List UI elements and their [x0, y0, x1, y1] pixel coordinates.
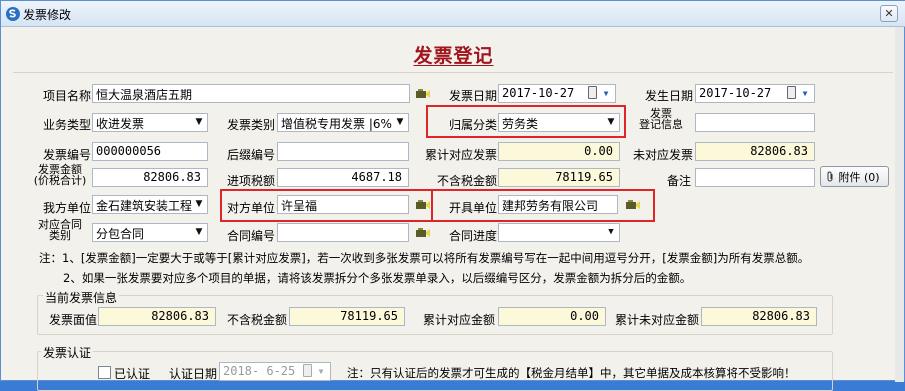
chevron-down-icon: ▼ — [318, 367, 324, 376]
remark-field[interactable] — [695, 168, 815, 187]
project-name-label: 项目名称 — [42, 89, 91, 103]
classification-label: 归属分类 — [448, 118, 497, 132]
register-info-label-line2: 登记信息 — [639, 118, 683, 131]
invoice-number-label: 发票编号 — [42, 148, 91, 162]
invoice-date-value: 2017-10-27 — [502, 86, 575, 100]
invoice-amount-field[interactable]: 82806.83 — [92, 168, 208, 187]
amount-ex-tax-field: 78119.65 — [498, 168, 620, 187]
contract-number-field[interactable] — [277, 223, 409, 242]
page-title-text: 发票登记 — [413, 45, 494, 67]
classification-select[interactable]: 劳务类 ▼ — [498, 113, 620, 132]
remark-label: 备注 — [666, 174, 691, 188]
certification-title: 发票认证 — [41, 344, 94, 361]
counterparty-field[interactable]: 许呈福 — [277, 195, 409, 214]
contract-category-select[interactable]: 分包合同 ▼ — [92, 223, 208, 242]
picker-icon[interactable] — [415, 227, 431, 239]
picker-icon[interactable] — [415, 88, 431, 100]
input-tax-label: 进项税额 — [226, 174, 275, 188]
scrollbar[interactable] — [895, 27, 904, 382]
invoice-amount-label-line2: (价税合计) — [33, 174, 87, 187]
contract-category-label: 对应合同 类别 — [31, 219, 89, 241]
business-type-select[interactable]: 收进发票 ▼ — [92, 113, 208, 132]
chevron-down-icon[interactable]: ▼ — [191, 196, 207, 213]
note-line-2: 2、如果一张发票要对应多个项目的单据，请将该发票拆分个多张发票单录入，以后缀编号… — [63, 271, 692, 285]
invoice-category-select[interactable]: 增值税专用发票 |6% ▼ — [277, 113, 409, 132]
contract-category-value: 分包合同 — [96, 227, 145, 241]
invoice-amount-label: 发票金额 (价税合计) — [31, 164, 89, 186]
invoice-category-value: 增值税专用发票 |6% — [281, 117, 392, 131]
chevron-down-icon[interactable]: ▼ — [392, 114, 408, 131]
calendar-icon[interactable] — [588, 86, 597, 99]
register-info-field[interactable] — [695, 113, 815, 132]
our-unit-select[interactable]: 金石建筑安装工程 ▼ — [92, 195, 208, 214]
business-type-label: 业务类型 — [42, 118, 91, 132]
occur-date-label: 发生日期 — [644, 89, 693, 103]
current-cum-unmatched-label: 累计未对应金额 — [614, 313, 699, 327]
chevron-down-icon[interactable]: ▼ — [603, 114, 619, 131]
invoice-date-field[interactable]: 2017-10-27 ▼ — [498, 84, 616, 103]
current-cum-matched-field: 0.00 — [498, 307, 606, 326]
unmatched-field: 82806.83 — [695, 142, 815, 161]
cum-matched-field: 0.00 — [498, 142, 620, 161]
issuing-unit-field[interactable]: 建邦劳务有限公司 — [498, 195, 618, 214]
current-ex-tax-field: 78119.65 — [289, 307, 405, 326]
page-title: 发票登记 — [1, 41, 905, 68]
contract-category-label-line2: 类别 — [49, 229, 71, 242]
counterparty-label: 对方单位 — [226, 201, 275, 215]
window-title: 发票修改 — [23, 8, 72, 22]
chevron-down-icon[interactable]: ▼ — [191, 224, 207, 241]
contract-number-label: 合同编号 — [226, 229, 275, 243]
cum-matched-label: 累计对应发票 — [424, 148, 497, 162]
paperclip-icon — [827, 171, 833, 182]
cert-date-field[interactable]: 2018- 6-25 ▼ — [219, 362, 331, 381]
certified-checkbox-label: 已认证 — [114, 367, 151, 381]
chevron-down-icon[interactable]: ▼ — [603, 224, 619, 241]
contract-progress-select[interactable]: ▼ — [498, 223, 620, 242]
invoice-edit-window: 发票修改 ✕ 发票登记 项目名称 恒大温泉酒店五期 发票日期 2017-10-2… — [0, 0, 905, 391]
note-line-1: 注：1、[发票金额]一定要大于或等于[累计对应发票]，若一次收到多张发票可以将所… — [39, 251, 810, 265]
app-icon — [6, 7, 20, 21]
cert-date-label: 认证日期 — [168, 367, 217, 381]
calendar-icon — [303, 364, 312, 377]
occur-date-value: 2017-10-27 — [699, 86, 772, 100]
chevron-down-icon[interactable]: ▼ — [599, 85, 613, 102]
register-info-label: 发票 登记信息 — [629, 108, 693, 130]
invoice-date-label: 发票日期 — [448, 89, 497, 103]
business-type-value: 收进发票 — [96, 117, 145, 131]
suffix-number-field[interactable] — [277, 142, 409, 161]
our-unit-value: 金石建筑安装工程 — [96, 199, 193, 213]
face-value-field: 82806.83 — [98, 307, 216, 326]
occur-date-field[interactable]: 2017-10-27 ▼ — [695, 84, 815, 103]
invoice-number-field[interactable]: 000000056 — [92, 142, 208, 161]
project-name-field[interactable]: 恒大温泉酒店五期 — [92, 84, 410, 103]
current-cum-matched-label: 累计对应金额 — [422, 313, 495, 327]
face-value-label: 发票面值 — [48, 313, 97, 327]
certified-checkbox[interactable] — [98, 366, 111, 379]
chevron-down-icon[interactable]: ▼ — [798, 85, 812, 102]
input-tax-field[interactable]: 4687.18 — [277, 168, 409, 187]
certification-note: 注：只有认证后的发票才可生成的【税金月结单】中，其它单据及成本核算将不受影响！ — [347, 366, 796, 380]
divider — [13, 72, 893, 73]
current-cum-unmatched-field: 82806.83 — [701, 307, 817, 326]
picker-icon[interactable] — [625, 199, 641, 211]
title-bar: 发票修改 ✕ — [1, 1, 905, 27]
attachment-button[interactable]: 附件 (0) — [820, 166, 889, 187]
picker-icon[interactable] — [415, 199, 431, 211]
close-button[interactable]: ✕ — [880, 5, 898, 22]
current-ex-tax-label: 不含税金额 — [226, 313, 287, 327]
calendar-icon[interactable] — [787, 86, 796, 99]
cert-date-value: 2018- 6-25 — [223, 364, 296, 378]
our-unit-label: 我方单位 — [42, 201, 91, 215]
classification-value: 劳务类 — [502, 117, 539, 131]
unmatched-label: 未对应发票 — [632, 148, 693, 162]
contract-progress-label: 合同进度 — [448, 229, 497, 243]
amount-ex-tax-label: 不含税金额 — [436, 174, 497, 188]
suffix-number-label: 后缀编号 — [226, 148, 275, 162]
chevron-down-icon[interactable]: ▼ — [191, 114, 207, 131]
invoice-category-label: 发票类别 — [226, 118, 275, 132]
current-info-title: 当前发票信息 — [43, 289, 120, 306]
issuing-unit-label: 开具单位 — [448, 201, 497, 215]
attachment-button-label: 附件 (0) — [838, 171, 880, 184]
highlight-divider — [431, 191, 433, 220]
